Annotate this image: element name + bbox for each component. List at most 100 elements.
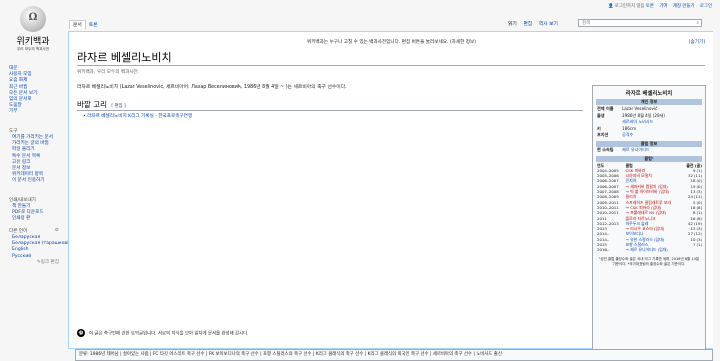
title-divider: [77, 65, 705, 66]
football-icon: ⚽: [77, 329, 85, 337]
club-link[interactable]: 시야지비 모필치: [626, 173, 652, 178]
logo-tagline: 우리 모두의 백과사전: [16, 47, 50, 51]
tab-edit[interactable]: 편집: [523, 22, 532, 27]
nav-item-donate[interactable]: 기부: [9, 109, 17, 114]
site-subtitle: 위키백과, 우리 모두의 백과사전.: [77, 70, 140, 75]
nav-main: 대문 사용자 모임 요즘 화제 최근 바뀜 모든 문서 보기 임의 문서로 도움…: [9, 66, 67, 116]
club-link[interactable]: → 유한 스칼라스 (임대): [626, 237, 665, 242]
external-link[interactable]: 라자르 베셀리노비치 K리그 기록실 - 한국프로축구연맹: [87, 114, 192, 119]
print-portal: 인쇄/내보내기 책 만들기 PDF로 다운로드 인쇄용 판: [9, 197, 67, 223]
tools-item-special-pages[interactable]: 특수 문서 목록: [12, 154, 40, 159]
club-name: → 제르 유나이티드 (임대): [625, 247, 682, 252]
stub-notice: ⚽ 이 글은 축구인에 관한 토막글입니다. 서로의 지식을 모아 알차게 문서를…: [77, 329, 249, 337]
infobox-row: 세르비아 노비사드: [597, 119, 705, 126]
site-notice: 위키백과는 누구나 고칠 수 있는 백과사전입니다. 편집 버튼을 눌러보세요.…: [306, 40, 477, 45]
user-icon: 👤: [608, 4, 614, 9]
search-input[interactable]: 검색 ⌕: [578, 19, 702, 27]
page-title: 라자르 베셀리노비치: [77, 51, 172, 64]
club-link[interactable]: 포항 스틸러스: [626, 242, 649, 247]
view-tabs: 읽기 편집 역사 보기: [508, 20, 558, 27]
club-link[interactable]: 스프레히즈 클럽레트루 보라: [626, 200, 671, 205]
club-link[interactable]: 밀리치: [626, 194, 637, 199]
club-link[interactable]: 하주두크 슬레: [626, 221, 649, 226]
personal-login-link[interactable]: 로그인: [700, 4, 712, 9]
search-icon[interactable]: ⌕: [697, 20, 699, 28]
tools-item-related-changes[interactable]: 가리키는 글의 바뀜: [12, 141, 49, 146]
namespace-tabs: 문서 토론: [69, 20, 101, 29]
print-item-create-book[interactable]: 책 만들기: [12, 204, 30, 209]
tools-item-page-info[interactable]: 문서 정보: [12, 166, 30, 171]
club-year: 2016–: [597, 247, 609, 253]
infobox-clubs-header: 클럽¹: [596, 155, 702, 162]
tools-heading: 도구: [9, 129, 18, 134]
infobox-row: 현 소속팀 제르 유나이티드: [597, 146, 650, 154]
tools-item-cite-page[interactable]: 이 문서 인용하기: [12, 178, 45, 183]
club-link[interactable]: → 빅 볼 하이브러바 (임대): [626, 189, 669, 194]
club-link[interactable]: → ČSK 피바라 (임대): [626, 205, 662, 210]
languages-gear-icon[interactable]: ⚙: [55, 228, 59, 233]
hide-notice-button[interactable]: [숨기기]: [689, 39, 705, 45]
current-club-link[interactable]: 제르 유나이티드: [622, 147, 650, 154]
wikipedia-logo[interactable]: Ω 위키백과 우리 모두의 백과사전: [6, 4, 60, 58]
sidebar: Ω 위키백과 우리 모두의 백과사전 대문 사용자 모임 요즘 화제 최근 바뀜…: [0, 0, 76, 358]
nav-item-main-page[interactable]: 대문: [9, 66, 17, 71]
section-heading: 바깥 고리 [ 편집 ]: [77, 100, 126, 109]
nav-item-current-events[interactable]: 요즘 화제: [9, 78, 27, 83]
nav-item-random-page[interactable]: 임의 문서로: [9, 97, 32, 102]
infobox-title: 라자르 베셀리노비치: [625, 91, 673, 97]
personal-talk-link[interactable]: 토론: [646, 4, 654, 9]
lead-paragraph: 라자르 베셀리노비치 (Lazar Veselinović, 세르비아어: Ла…: [77, 85, 347, 90]
section-divider: [77, 110, 583, 111]
tab-history[interactable]: 역사 보기: [539, 22, 558, 27]
infobox-personal-header: 개인 정보: [596, 99, 702, 105]
languages-heading: 다른 언어 ⚙: [9, 228, 59, 234]
tab-article[interactable]: 문서: [69, 20, 86, 29]
position-link[interactable]: 공격수: [622, 132, 633, 139]
club-link[interactable]: ČSK 피바라: [626, 168, 646, 173]
club-link[interactable]: 인지야: [626, 178, 637, 183]
external-link-item: • 라자르 베셀리노비치 K리그 기록실 - 한국프로축구연맹: [83, 114, 193, 119]
globe-icon: Ω: [20, 6, 46, 32]
print-item-download-pdf[interactable]: PDF로 다운로드: [12, 210, 44, 215]
stub-text: 이 글은 축구인에 관한 토막글입니다. 서로의 지식을 모아 알차게 문서를 …: [89, 331, 249, 337]
nav-item-all-pages[interactable]: 모든 문서 보기: [9, 91, 37, 96]
section-edit-link[interactable]: [ 편집 ]: [111, 104, 125, 109]
lang-item-be[interactable]: Беларуская: [12, 235, 40, 240]
tools-item-wikidata-item[interactable]: 위키데이터 항목: [12, 172, 43, 177]
content-area: 위키백과는 누구나 고칠 수 있는 백과사전입니다. 편집 버튼을 눌러보세요.…: [68, 31, 713, 356]
lang-item-ru[interactable]: Русский: [12, 254, 31, 259]
languages-portal: 다른 언어 ⚙ Беларуская Беларуская (тарашкеві…: [9, 228, 76, 266]
club-link[interactable]: 보이보디나: [626, 231, 644, 236]
nav-item-community[interactable]: 사용자 모임: [9, 72, 32, 77]
lang-item-en[interactable]: English: [12, 247, 29, 252]
tab-talk-link[interactable]: 토론: [89, 23, 98, 28]
infobox-row: 전체 이름 Lazar Veselinović: [597, 106, 658, 111]
club-apps: [682, 247, 703, 252]
nav-item-help[interactable]: 도움말: [9, 103, 22, 108]
club-link[interactable]: → 리시우 코스타 (임대): [626, 226, 665, 231]
infobox-footnote: ¹성인 클럽 출장수와 골은 국내 리그 기록만 세며, 2016년 6월 14…: [598, 256, 700, 266]
category-links[interactable]: 분류: 1986년 태어남 | 살아있는 사람 | FC 타깃 어스리트 축구 …: [75, 349, 713, 361]
club-row: 2016– → 제르 유나이티드 (임대): [596, 247, 703, 252]
nav-item-recent-changes[interactable]: 최근 바뀜: [9, 85, 27, 90]
tools-item-permanent-link[interactable]: 고유 링크: [12, 160, 30, 165]
tools-item-upload-file[interactable]: 파일 올리기: [12, 147, 35, 152]
edit-links-button[interactable]: 링크 편집: [41, 260, 59, 265]
tab-talk[interactable]: 토론: [86, 21, 101, 29]
logo-wordmark: 위키백과: [16, 37, 50, 47]
club-link[interactable]: → 세마커비 캠필치 (임대): [626, 184, 668, 189]
lang-item-be-tarask[interactable]: Беларуская (тарашкевіца): [12, 241, 76, 246]
club-link[interactable]: → 프롤레테르 N5 (임대): [626, 210, 666, 215]
print-item-printable-version[interactable]: 인쇄용 판: [12, 216, 30, 221]
personal-create-account-link[interactable]: 계정 만들기: [673, 4, 695, 9]
clubs-table: 연도 클럽 출전 (골) 2004–2005 ČSK 피바라 9(1) 2005–20…: [596, 163, 703, 253]
club-link[interactable]: 플로리 타르노니크: [626, 216, 656, 221]
clubs-table-body: 2004–2005 ČSK 피바라 9(1) 2005–2006 시야지비 모필치 32(…: [596, 168, 703, 253]
infobox-row: 포지션 공격수: [597, 132, 634, 139]
tools-item-what-links-here[interactable]: 여기를 가리키는 문서: [12, 135, 53, 140]
personal-contributions-link[interactable]: 기여: [659, 4, 667, 9]
birthplace-link[interactable]: 세르비아 노비사드: [622, 119, 653, 126]
club-link[interactable]: → 제르 유나이티드 (임대): [626, 247, 668, 252]
tab-read[interactable]: 읽기: [508, 22, 517, 27]
search-placeholder: 검색: [582, 21, 591, 26]
